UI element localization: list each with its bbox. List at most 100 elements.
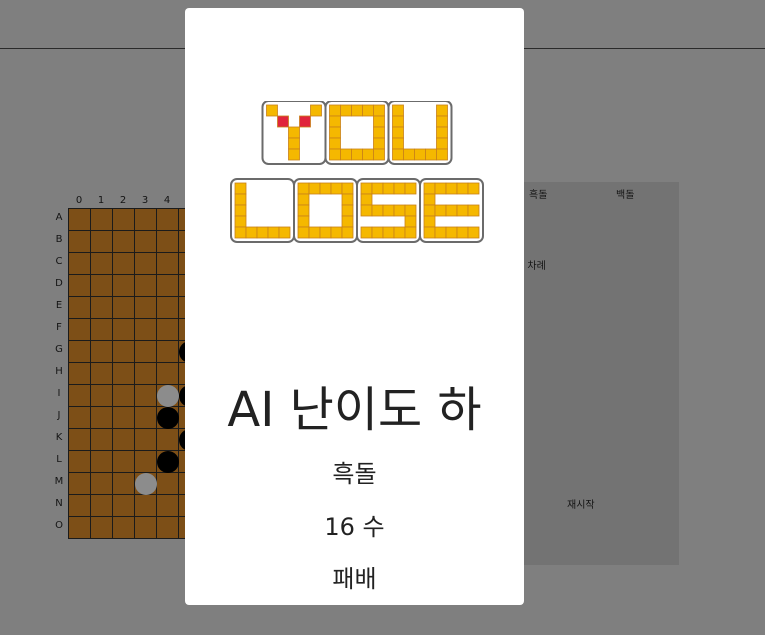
board-cell[interactable] xyxy=(91,473,113,495)
board-cell[interactable] xyxy=(157,495,179,517)
board-cell[interactable] xyxy=(157,517,179,539)
board-cell[interactable] xyxy=(135,209,157,231)
board-cell[interactable] xyxy=(69,407,91,429)
board-cell[interactable] xyxy=(157,297,179,319)
logo-pixel xyxy=(404,204,417,217)
board-cell[interactable] xyxy=(157,275,179,297)
board-cell[interactable] xyxy=(91,209,113,231)
board-cell[interactable] xyxy=(113,429,135,451)
board-cell[interactable] xyxy=(157,385,179,407)
board-cell[interactable] xyxy=(113,495,135,517)
board-cell[interactable] xyxy=(91,319,113,341)
board-cell[interactable] xyxy=(69,341,91,363)
board-cell[interactable] xyxy=(135,275,157,297)
board-cell[interactable] xyxy=(69,451,91,473)
board-cell[interactable] xyxy=(91,297,113,319)
board-cell[interactable] xyxy=(135,363,157,385)
board-cell[interactable] xyxy=(69,275,91,297)
logo-pixel xyxy=(329,137,341,150)
board-cell[interactable] xyxy=(69,429,91,451)
board-cell[interactable] xyxy=(157,429,179,451)
board-cell[interactable] xyxy=(91,341,113,363)
board-cell[interactable] xyxy=(157,231,179,253)
board-cell[interactable] xyxy=(113,209,135,231)
board-cell[interactable] xyxy=(135,231,157,253)
board-cell[interactable] xyxy=(135,385,157,407)
board-cell[interactable] xyxy=(69,473,91,495)
logo-pixel xyxy=(467,226,480,239)
row-label: B xyxy=(55,234,63,245)
board-cell[interactable] xyxy=(157,319,179,341)
board-cell[interactable] xyxy=(113,363,135,385)
board-cell[interactable] xyxy=(69,385,91,407)
board-cell[interactable] xyxy=(157,341,179,363)
board-cell[interactable] xyxy=(91,407,113,429)
row-label: G xyxy=(55,344,63,355)
board-cell[interactable] xyxy=(91,363,113,385)
row-label: J xyxy=(57,410,61,421)
logo-pixel xyxy=(277,115,289,128)
board-cell[interactable] xyxy=(157,253,179,275)
board-cell[interactable] xyxy=(157,209,179,231)
row-label: F xyxy=(56,322,62,333)
board-cell[interactable] xyxy=(135,429,157,451)
board-cell[interactable] xyxy=(113,385,135,407)
board-cell[interactable] xyxy=(113,231,135,253)
board-cell[interactable] xyxy=(113,253,135,275)
board-cell[interactable] xyxy=(113,275,135,297)
board-cell[interactable] xyxy=(91,429,113,451)
board-cell[interactable] xyxy=(157,363,179,385)
board-cell[interactable] xyxy=(135,517,157,539)
logo-pixel xyxy=(341,182,354,195)
logo-pixel xyxy=(434,226,447,239)
logo-pixel xyxy=(297,182,310,195)
board-cell[interactable] xyxy=(135,451,157,473)
board-cell[interactable] xyxy=(113,297,135,319)
logo-pixel xyxy=(423,215,436,228)
board-cell[interactable] xyxy=(91,253,113,275)
board-cell[interactable] xyxy=(113,341,135,363)
logo-pixel xyxy=(299,115,311,128)
board-cell[interactable] xyxy=(135,253,157,275)
board-cell[interactable] xyxy=(91,385,113,407)
logo-pixel xyxy=(341,204,354,217)
board-cell[interactable] xyxy=(135,495,157,517)
board-cell[interactable] xyxy=(69,253,91,275)
restart-button[interactable]: 재시작 xyxy=(567,496,595,511)
logo-pixel xyxy=(467,204,480,217)
board-cell[interactable] xyxy=(113,517,135,539)
board-cell[interactable] xyxy=(91,275,113,297)
row-label: L xyxy=(56,454,62,465)
logo-pixel xyxy=(393,204,406,217)
board-cell[interactable] xyxy=(135,319,157,341)
board-cell[interactable] xyxy=(69,319,91,341)
board-cell[interactable] xyxy=(69,209,91,231)
board-cell[interactable] xyxy=(113,407,135,429)
board-cell[interactable] xyxy=(135,407,157,429)
board-cell[interactable] xyxy=(69,231,91,253)
board-cell[interactable] xyxy=(69,297,91,319)
board-cell[interactable] xyxy=(157,473,179,495)
board-cell[interactable] xyxy=(135,297,157,319)
board-cell[interactable] xyxy=(69,517,91,539)
board-cell[interactable] xyxy=(135,473,157,495)
row-label: O xyxy=(55,520,63,531)
board-cell[interactable] xyxy=(91,495,113,517)
board-cell[interactable] xyxy=(91,231,113,253)
board-cell[interactable] xyxy=(113,473,135,495)
board-cell[interactable] xyxy=(113,451,135,473)
logo-pixel xyxy=(373,148,385,161)
board-cell[interactable] xyxy=(113,319,135,341)
white-player-label: 백돌 xyxy=(616,190,635,201)
row-label: N xyxy=(55,498,63,509)
logo-pixel xyxy=(403,148,415,161)
board-cell[interactable] xyxy=(69,495,91,517)
board-cell[interactable] xyxy=(135,341,157,363)
logo-pixel xyxy=(392,115,404,128)
board-cell[interactable] xyxy=(69,363,91,385)
board-cell[interactable] xyxy=(157,451,179,473)
board-cell[interactable] xyxy=(157,407,179,429)
logo-pixel xyxy=(341,215,354,228)
board-cell[interactable] xyxy=(91,451,113,473)
board-cell[interactable] xyxy=(91,517,113,539)
